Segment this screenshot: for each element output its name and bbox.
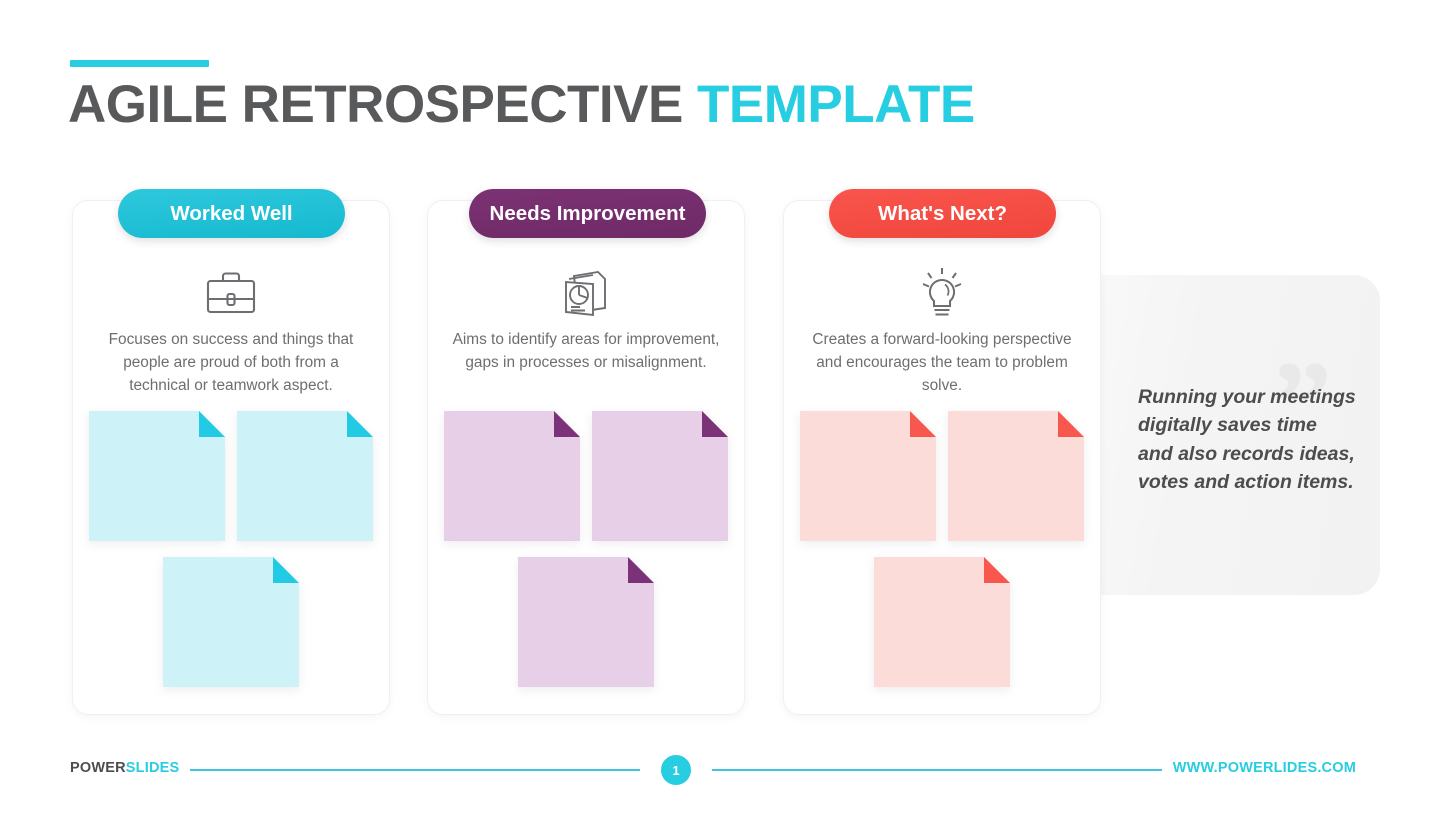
sticky-note[interactable] [444, 411, 580, 541]
sticky-note-row [784, 411, 1100, 541]
column-header-label: Worked Well [170, 201, 293, 225]
column-header-label: What's Next? [877, 201, 1008, 225]
sticky-note[interactable] [89, 411, 225, 541]
footer-divider-right [712, 769, 1162, 771]
sticky-note[interactable] [592, 411, 728, 541]
column-card-worked-well[interactable]: Focuses on success and things that peopl… [72, 200, 390, 715]
sticky-note-row [73, 411, 389, 541]
sticky-note[interactable] [874, 557, 1010, 687]
footer-logo-main: POWER [70, 760, 126, 776]
column-header-worked-well[interactable]: Worked Well [118, 189, 345, 238]
sticky-note[interactable] [518, 557, 654, 687]
page-title-accent: TEMPLATE [697, 75, 975, 134]
sticky-note[interactable] [163, 557, 299, 687]
slide-canvas: AGILE RETROSPECTIVE TEMPLATE ” Running y… [0, 0, 1451, 815]
page-title: AGILE RETROSPECTIVE TEMPLATE [68, 75, 975, 134]
sticky-note[interactable] [800, 411, 936, 541]
sticky-note-row [428, 411, 744, 541]
column-header-whats-next[interactable]: What's Next? [829, 189, 1056, 238]
footer-logo-accent: SLIDES [125, 760, 180, 776]
sticky-note-group [428, 411, 744, 703]
lightbulb-icon [910, 263, 974, 323]
footer-url[interactable]: WWW.POWERLIDES.COM [1173, 760, 1356, 776]
column-card-whats-next[interactable]: Creates a forward-looking perspective an… [783, 200, 1101, 715]
column-description: Focuses on success and things that peopl… [108, 331, 354, 394]
column-header-label: Needs Improvement [489, 201, 686, 225]
column-card-needs-improvement[interactable]: Aims to identify areas for improvement, … [427, 200, 745, 715]
footer-logo: POWERSLIDES [70, 760, 179, 776]
column-description: Creates a forward-looking perspective an… [812, 331, 1072, 394]
page-title-main: AGILE RETROSPECTIVE [68, 75, 698, 134]
page-number-badge: 1 [661, 755, 691, 785]
sticky-note-row [73, 557, 389, 687]
sticky-note-group [784, 411, 1100, 703]
footer-divider-left [190, 769, 640, 771]
column-description: Aims to identify areas for improvement, … [452, 331, 720, 371]
sticky-note-group [73, 411, 389, 703]
column-header-needs-improvement[interactable]: Needs Improvement [469, 189, 706, 238]
title-accent-rule [70, 60, 209, 67]
briefcase-icon [199, 263, 263, 323]
report-chart-icon [554, 263, 618, 323]
sticky-note[interactable] [948, 411, 1084, 541]
sticky-note-row [428, 557, 744, 687]
quote-text: Running your meetings digitally saves ti… [1138, 386, 1356, 494]
sticky-note-row [784, 557, 1100, 687]
sticky-note[interactable] [237, 411, 373, 541]
